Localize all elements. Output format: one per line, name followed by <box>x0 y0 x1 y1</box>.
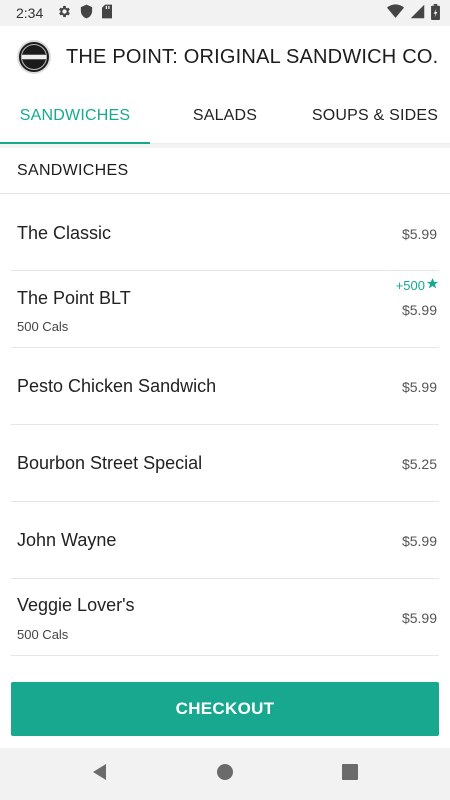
category-tabs: SANDWICHES SALADS SOUPS & SIDES <box>0 88 450 145</box>
status-left-icons <box>57 4 113 22</box>
logo <box>17 40 51 74</box>
item-name: The Point BLT <box>17 288 131 308</box>
battery-icon <box>431 3 440 23</box>
item-price: $5.99 <box>401 533 437 549</box>
item-name: The Classic <box>17 223 112 243</box>
bonus-points-value: +500 <box>395 277 425 293</box>
item-price: $5.25 <box>401 456 437 472</box>
signal-icon <box>410 4 425 22</box>
item-price: $5.99 <box>401 226 437 242</box>
menu-item-john-wayne[interactable]: John Wayne $5.99 <box>11 502 439 579</box>
status-time: 2:34 <box>16 5 44 21</box>
item-name: Pesto Chicken Sandwich <box>17 376 217 396</box>
star-icon <box>426 277 439 293</box>
item-name: Veggie Lover's <box>17 595 135 615</box>
checkout-button[interactable]: CHECKOUT <box>11 682 439 736</box>
menu-item-pesto-chicken-sandwich[interactable]: Pesto Chicken Sandwich $5.99 <box>11 348 439 425</box>
system-nav-bar <box>0 748 450 800</box>
tab-salads[interactable]: SALADS <box>150 88 300 144</box>
item-price: $5.99 <box>401 379 437 395</box>
item-calories: 500 Cals <box>17 319 69 334</box>
menu-item-the-point-blt[interactable]: The Point BLT 500 Cals +500 $5.99 <box>11 271 439 348</box>
section-header: SANDWICHES <box>0 148 450 194</box>
back-icon <box>91 763 109 786</box>
logo-ring <box>21 44 47 70</box>
home-button[interactable] <box>163 748 288 800</box>
menu-item-veggie-lovers[interactable]: Veggie Lover's 500 Cals $5.99 <box>11 579 439 656</box>
item-calories: 500 Cals <box>17 627 69 642</box>
tab-sandwiches[interactable]: SANDWICHES <box>0 88 150 145</box>
tab-soups-sides[interactable]: SOUPS & SIDES <box>300 88 450 144</box>
item-name: Bourbon Street Special <box>17 453 203 473</box>
menu-item-bourbon-street-special[interactable]: Bourbon Street Special $5.25 <box>11 425 439 502</box>
status-bar: 2:34 <box>0 0 450 26</box>
wifi-icon <box>387 4 404 22</box>
item-price: $5.99 <box>401 610 437 626</box>
home-icon <box>216 763 234 786</box>
gear-icon <box>57 4 72 22</box>
status-right-icons <box>387 3 440 23</box>
app-title: THE POINT: ORIGINAL SANDWICH CO. <box>66 45 439 68</box>
app-header: THE POINT: ORIGINAL SANDWICH CO. <box>0 26 450 88</box>
recents-button[interactable] <box>288 748 413 800</box>
item-name: John Wayne <box>17 530 117 550</box>
bonus-points: +500 <box>396 277 439 293</box>
shield-icon <box>80 4 93 22</box>
item-price: $5.99 <box>401 302 437 318</box>
logo-band <box>22 54 46 60</box>
sd-card-icon <box>101 4 113 22</box>
checkout-bar: CHECKOUT <box>0 670 450 748</box>
back-button[interactable] <box>38 748 163 800</box>
menu-item-the-classic[interactable]: The Classic $5.99 <box>11 194 439 271</box>
recents-icon <box>342 763 358 785</box>
menu-list[interactable]: SANDWICHES The Classic $5.99 The Point B… <box>0 144 450 670</box>
